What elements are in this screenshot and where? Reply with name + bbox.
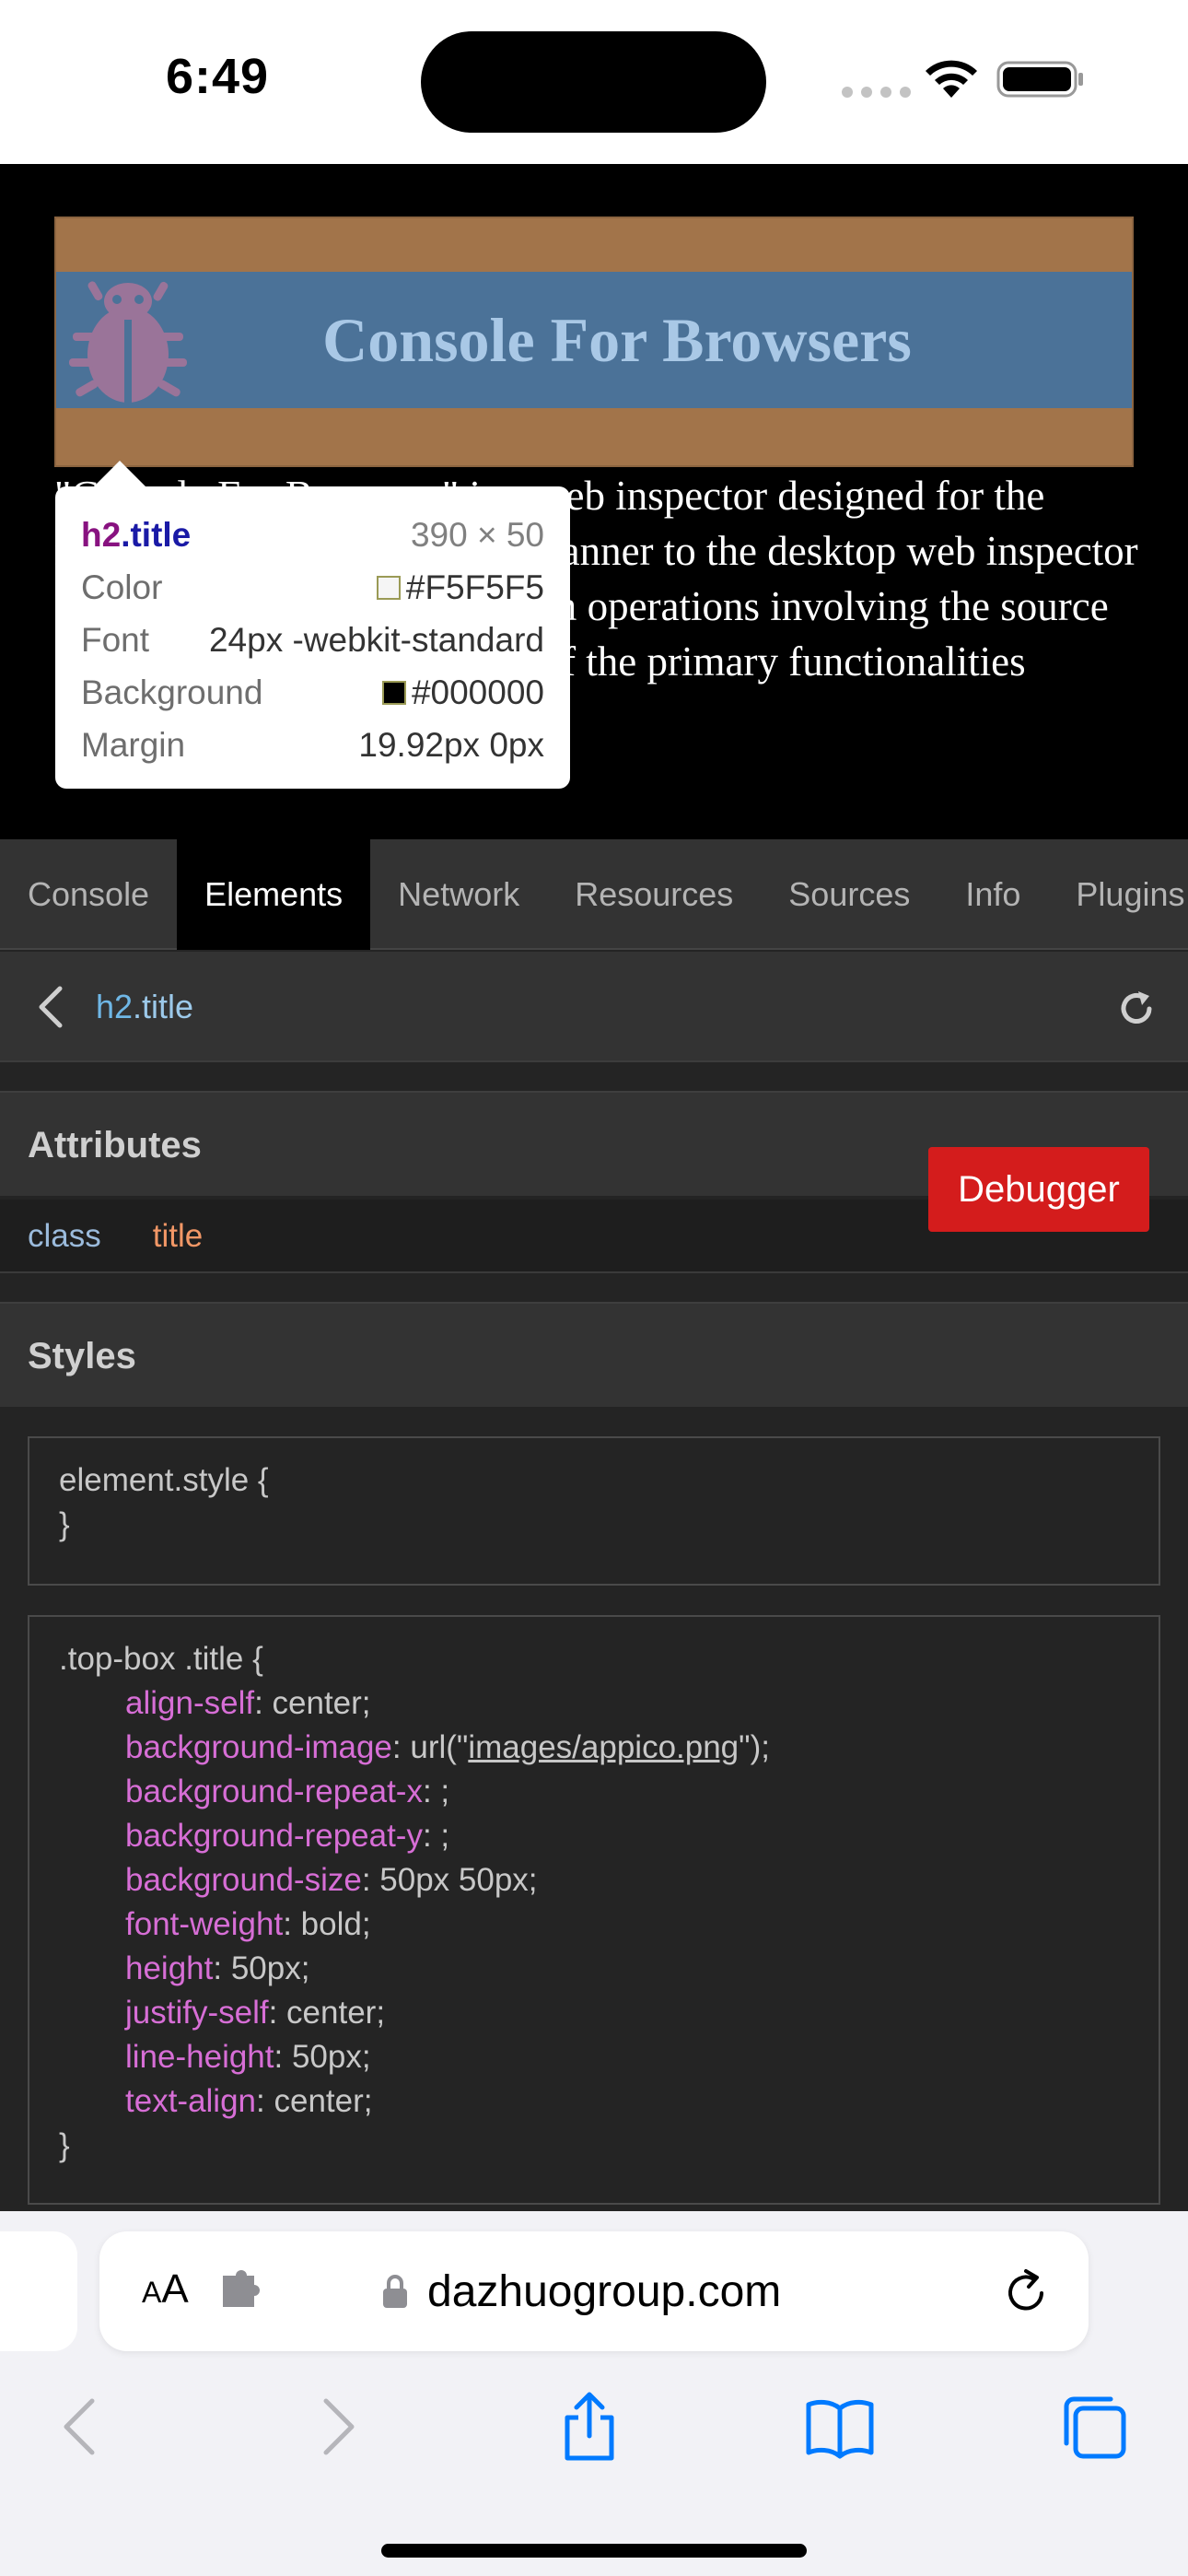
tab-resources[interactable]: Resources: [547, 839, 761, 950]
dynamic-island: [421, 31, 766, 133]
devtools-tabbar: Console Elements Network Resources Sourc…: [0, 839, 1188, 950]
share-icon[interactable]: [558, 2390, 621, 2464]
debugger-button[interactable]: Debugger: [928, 1147, 1149, 1232]
status-bar: 6:49: [0, 0, 1188, 164]
status-time: 6:49: [166, 49, 270, 104]
css-declaration: font-weight: bold;: [125, 1906, 371, 1942]
tooltip-background-label: Background: [81, 673, 263, 711]
breadcrumb-class: .title: [133, 988, 194, 1025]
css-declaration: text-align: center;: [125, 2083, 373, 2119]
element-style-close: }: [59, 1506, 70, 1542]
element-breadcrumb-bar: h2.title: [0, 952, 1188, 1062]
css-property: background-repeat-x: [125, 1774, 423, 1809]
element-style-block: element.style { }: [28, 1436, 1160, 1586]
css-value: 50px 50px;: [379, 1862, 538, 1898]
css-property: background-repeat-y: [125, 1818, 423, 1854]
tab-console[interactable]: Console: [0, 839, 177, 950]
css-property: justify-self: [125, 1995, 269, 2031]
tooltip-size: 390 × 50: [410, 515, 544, 554]
css-value: 50px;: [230, 1950, 310, 1986]
battery-icon: [996, 61, 1083, 98]
attribute-name: class: [28, 1218, 101, 1254]
css-rule-block: .top-box .title { align-self: center; ba…: [28, 1615, 1160, 2205]
tab-sources[interactable]: Sources: [761, 839, 938, 950]
element-style-selector: element.style {: [59, 1462, 269, 1498]
url-domain: dazhuogroup.com: [427, 2267, 782, 2316]
css-value: center;: [274, 2083, 373, 2119]
css-value-suffix: ");: [739, 1729, 770, 1765]
background-swatch: [381, 680, 406, 705]
forward-arrow-icon[interactable]: [315, 2390, 361, 2464]
tooltip-margin-label: Margin: [81, 725, 186, 764]
inspector-tooltip: h2.title 390 × 50 Color #F5F5F5 Font 24p…: [55, 461, 570, 789]
tooltip-font-label: Font: [81, 620, 150, 659]
wifi-icon: [926, 60, 977, 98]
tooltip-color-label: Color: [81, 568, 163, 606]
cellular-signal-icon: [842, 87, 911, 98]
banner-title-bar[interactable]: Console For Browsers: [56, 272, 1132, 408]
tab-elements[interactable]: Elements: [177, 839, 371, 950]
css-rule-selector: .top-box .title {: [59, 1641, 263, 1677]
tab-network[interactable]: Network: [370, 839, 547, 950]
css-property: line-height: [125, 2039, 274, 2075]
css-declaration: align-self: center;: [125, 1685, 371, 1721]
page-settings-button[interactable]: AA: [142, 2266, 189, 2313]
css-property: align-self: [125, 1685, 255, 1721]
webpage-content: Console For Browsers "Console For Browse…: [0, 164, 1188, 839]
css-declaration: line-height: 50px;: [125, 2039, 371, 2075]
css-property: background-size: [125, 1862, 362, 1898]
tab-plugins[interactable]: Plugins: [1048, 839, 1188, 950]
css-property: background-image: [125, 1729, 392, 1765]
back-arrow-icon[interactable]: [57, 2390, 103, 2464]
styles-header: Styles: [0, 1302, 1188, 1407]
breadcrumb[interactable]: h2.title: [96, 952, 193, 1062]
extension-puzzle-icon[interactable]: [219, 2270, 269, 2311]
css-property: text-align: [125, 2083, 257, 2119]
home-indicator: [381, 2544, 807, 2558]
css-value: center;: [286, 1995, 386, 2031]
css-declaration: background-image: url("images/appico.png…: [125, 1729, 770, 1765]
address-bar[interactable]: AA dazhuogroup.com: [99, 2231, 1089, 2351]
tooltip-color-value: #F5F5F5: [405, 568, 544, 606]
css-value: url(": [410, 1729, 469, 1765]
tooltip-class: .title: [121, 515, 192, 554]
css-declaration: background-repeat-x: ;: [125, 1774, 450, 1809]
lock-icon: [383, 2275, 407, 2308]
css-value: center;: [272, 1685, 371, 1721]
color-swatch: [376, 575, 401, 600]
safari-bottom-bar: AA dazhuogroup.com: [0, 2211, 1188, 2576]
tooltip-selector: h2.title: [81, 516, 191, 555]
breadcrumb-tag: h2: [96, 988, 134, 1025]
css-property: font-weight: [125, 1906, 284, 1942]
tooltip-font-value: 24px -webkit-standard: [208, 620, 544, 659]
tabs-icon[interactable]: [1059, 2390, 1129, 2464]
refresh-icon[interactable]: [1116, 989, 1157, 1029]
css-declaration: background-repeat-y: ;: [125, 1818, 450, 1854]
attribute-value: title: [152, 1218, 204, 1254]
css-declaration: height: 50px;: [125, 1950, 310, 1986]
css-rule-close: }: [59, 2127, 70, 2163]
css-property: height: [125, 1950, 214, 1986]
css-value: ;: [440, 1774, 450, 1809]
chevron-left-icon[interactable]: [35, 985, 66, 1029]
css-declaration: background-size: 50px 50px;: [125, 1862, 538, 1898]
tooltip-margin-value: 19.92px 0px: [358, 725, 544, 764]
reload-icon[interactable]: [1002, 2268, 1050, 2316]
tooltip-tag: h2: [81, 515, 122, 554]
banner-title: Console For Browsers: [322, 305, 912, 375]
tab-info[interactable]: Info: [938, 839, 1048, 950]
css-value: ;: [440, 1818, 450, 1854]
bookmarks-icon[interactable]: [805, 2390, 875, 2464]
page-banner: Console For Browsers: [54, 217, 1134, 467]
previous-tab-card[interactable]: [0, 2231, 77, 2351]
devtools-panel: Console Elements Network Resources Sourc…: [0, 839, 1188, 2211]
background-image-link[interactable]: images/appico.png: [468, 1729, 739, 1765]
css-value: bold;: [300, 1906, 371, 1942]
css-value: 50px;: [291, 2039, 371, 2075]
tooltip-background-value: #000000: [411, 673, 544, 711]
css-declaration: justify-self: center;: [125, 1995, 386, 2031]
